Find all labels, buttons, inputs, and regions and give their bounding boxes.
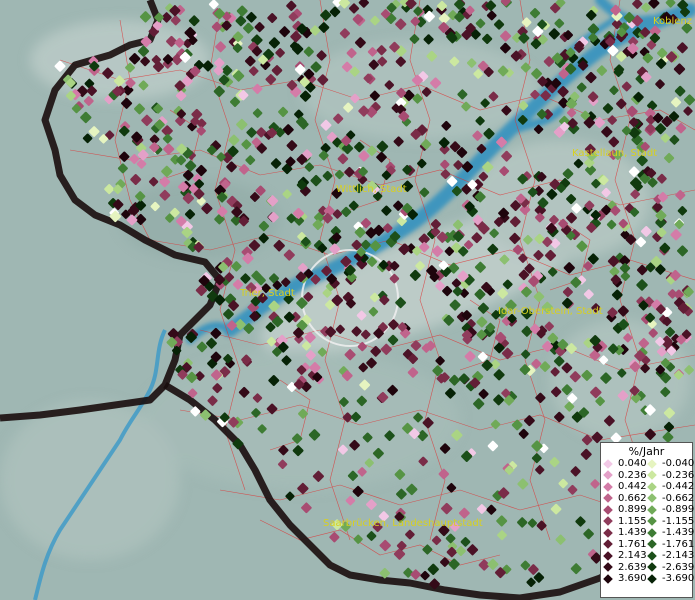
legend-row: 0.662 -0.662: [603, 492, 695, 505]
legend-swatch: [603, 504, 613, 515]
legend-value: -1.155: [662, 515, 695, 527]
legend-swatch: [647, 470, 657, 481]
legend-swatch: [647, 458, 657, 469]
legend-rows: 0.040 -0.040 0.236 -0.236 0.442 -0.442 0.662 -0…: [603, 458, 695, 585]
legend-value: 1.439: [618, 527, 647, 538]
legend-value: 0.040: [618, 458, 647, 469]
legend-value: -0.040: [662, 458, 695, 469]
place-label-idar-oberstein: Idar-Oberstein, Stadt: [498, 306, 603, 317]
legend-value: -2.143: [662, 550, 695, 561]
legend-swatch: [603, 562, 613, 573]
map-canvas[interactable]: Koblenz Wittlich, Stadt Kastellaun, Stad…: [0, 0, 695, 600]
legend-entry-positive: 0.662: [603, 492, 648, 505]
legend-swatch: [647, 481, 657, 492]
legend-value: -3.690: [662, 573, 695, 584]
legend-entry-positive: 1.155: [603, 515, 648, 528]
legend-swatch: [603, 573, 613, 584]
legend-row: 0.236 -0.236: [603, 469, 695, 482]
place-label-wittlich: Wittlich, Stadt: [336, 184, 407, 195]
legend-row: 1.761 -1.761: [603, 538, 695, 551]
legend-swatch: [603, 527, 613, 538]
legend-swatch: [603, 493, 613, 504]
legend-swatch: [647, 516, 657, 527]
legend-value: 0.442: [618, 481, 647, 492]
legend-entry-negative: -1.761: [647, 538, 695, 551]
legend-title: %/Jahr: [628, 445, 665, 458]
legend-swatch: [647, 527, 657, 538]
legend-swatch: [647, 573, 657, 584]
legend-row: 0.040 -0.040: [603, 458, 695, 470]
place-label-koblenz: Koblenz: [653, 16, 692, 27]
legend-entry-negative: -0.236: [647, 469, 695, 482]
legend-value: 0.899: [618, 504, 647, 515]
legend-row: 1.155 -1.155: [603, 515, 695, 528]
legend-row: 3.690 -3.690: [603, 573, 695, 585]
legend-row: 0.899 -0.899: [603, 504, 695, 516]
legend-entry-negative: -0.662: [647, 492, 695, 505]
legend-value: 0.236: [618, 469, 647, 481]
legend-entry-positive: 2.639: [603, 561, 648, 574]
legend-entry-negative: -1.439: [647, 527, 695, 539]
legend-entry-positive: 1.439: [603, 527, 648, 539]
legend-entry-positive: 3.690: [603, 573, 648, 585]
legend-swatch: [647, 504, 657, 515]
legend-value: 2.143: [618, 550, 647, 561]
legend-entry-negative: -0.899: [647, 504, 695, 516]
legend-value: -1.439: [662, 527, 695, 538]
legend-value: -2.639: [662, 561, 695, 573]
legend-value: 1.761: [618, 538, 647, 550]
place-label-trier: Trier, Stadt: [239, 288, 295, 299]
legend-entry-negative: -0.442: [647, 481, 695, 493]
legend-entry-negative: -2.639: [647, 561, 695, 574]
legend-entry-positive: 0.040: [603, 458, 648, 470]
legend-value: 0.662: [618, 492, 647, 504]
legend-row: 1.439 -1.439: [603, 527, 695, 539]
legend-swatch: [647, 539, 657, 550]
legend-swatch: [603, 481, 613, 492]
legend-entry-negative: -2.143: [647, 550, 695, 562]
legend-swatch: [603, 539, 613, 550]
legend-entry-positive: 0.442: [603, 481, 648, 493]
legend-value: 1.155: [618, 515, 647, 527]
legend-entry-positive: 0.899: [603, 504, 648, 516]
legend-row: 0.442 -0.442: [603, 481, 695, 493]
place-label-saarbruecken: Saarbrücken, Landeshauptstadt: [323, 518, 483, 529]
legend-value: -0.899: [662, 504, 695, 515]
legend-entry-positive: 0.236: [603, 469, 648, 482]
legend-value: 3.690: [618, 573, 647, 584]
place-label-kastellaun: Kastellaun, Stadt: [572, 148, 657, 159]
legend-value: -0.662: [662, 492, 695, 504]
legend-entry-negative: -1.155: [647, 515, 695, 528]
legend-entry-negative: -0.040: [647, 458, 695, 470]
legend-swatch: [603, 550, 613, 561]
legend-swatch: [647, 550, 657, 561]
legend-swatch: [603, 516, 613, 527]
legend-value: 2.639: [618, 561, 647, 573]
legend-row: 2.143 -2.143: [603, 550, 695, 562]
legend-value: -1.761: [662, 538, 695, 550]
legend-row: 2.639 -2.639: [603, 561, 695, 574]
legend-value: -0.442: [662, 481, 695, 492]
legend-swatch: [647, 562, 657, 573]
legend-entry-positive: 2.143: [603, 550, 648, 562]
legend-value: -0.236: [662, 469, 695, 481]
legend-swatch: [603, 470, 613, 481]
legend-swatch: [603, 458, 613, 469]
legend: %/Jahr 0.040 -0.040 0.236 -0.236 0.442 -0.442…: [600, 442, 695, 598]
legend-swatch: [647, 493, 657, 504]
legend-entry-negative: -3.690: [647, 573, 695, 585]
legend-entry-positive: 1.761: [603, 538, 648, 551]
